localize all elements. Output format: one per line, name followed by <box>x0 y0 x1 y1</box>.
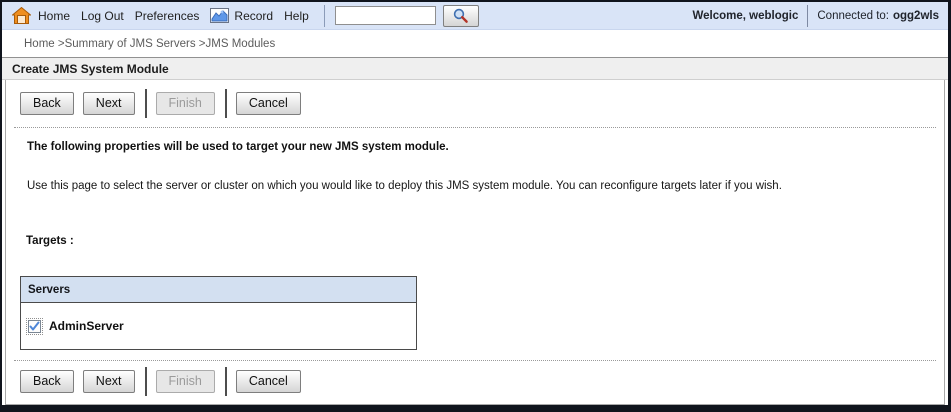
window-frame: Home Log Out Preferences Record Help Wel… <box>0 0 951 412</box>
magnifier-icon <box>452 8 469 24</box>
cancel-button[interactable]: Cancel <box>235 92 301 115</box>
nav-record-link[interactable]: Record <box>234 9 273 23</box>
wizard-content: Back Next Finish Cancel The following pr… <box>5 80 945 405</box>
nav-home-link[interactable]: Home <box>38 9 70 23</box>
breadcrumb-jms-servers[interactable]: Summary of JMS Servers <box>65 38 196 50</box>
wizard-intro-text: The following properties will be used to… <box>27 141 449 153</box>
adminserver-checkbox[interactable] <box>26 317 43 335</box>
breadcrumb-home[interactable]: Home <box>24 38 55 50</box>
servers-table-header: Servers <box>21 277 416 303</box>
targets-label: Targets : <box>26 235 74 247</box>
button-group-divider <box>144 89 147 118</box>
next-button[interactable]: Next <box>82 92 135 115</box>
page-title-bar: Create JMS System Module <box>2 57 948 80</box>
welcome-text: Welcome, weblogic <box>692 9 799 22</box>
cancel-button[interactable]: Cancel <box>235 370 301 393</box>
section-divider <box>14 127 936 128</box>
home-icon[interactable] <box>11 6 32 24</box>
breadcrumb-jms-modules[interactable]: JMS Modules <box>206 38 276 50</box>
record-chart-icon[interactable] <box>210 8 230 23</box>
nav-help-link[interactable]: Help <box>284 9 309 23</box>
back-button[interactable]: Back <box>20 370 74 393</box>
console-page: Home Log Out Preferences Record Help Wel… <box>2 2 948 405</box>
breadcrumb: Home > Summary of JMS Servers > JMS Modu… <box>2 30 948 57</box>
nav-preferences-link[interactable]: Preferences <box>135 9 200 23</box>
session-divider <box>807 4 809 27</box>
server-name: AdminServer <box>49 319 124 333</box>
section-divider <box>14 360 936 361</box>
breadcrumb-separator: > <box>195 37 206 50</box>
session-info: Welcome, weblogic Connected to: ogg2wls <box>692 4 939 27</box>
connected-label: Connected to: <box>817 9 889 22</box>
wizard-buttons-bottom: Back Next Finish Cancel <box>12 367 938 396</box>
button-group-divider <box>224 367 227 396</box>
toolbar-divider <box>323 4 325 27</box>
back-button[interactable]: Back <box>20 92 74 115</box>
wizard-description: Use this page to select the server or cl… <box>27 180 782 192</box>
finish-button[interactable]: Finish <box>155 92 215 115</box>
servers-table: Servers AdminServer <box>20 276 417 350</box>
finish-button[interactable]: Finish <box>155 370 215 393</box>
button-group-divider <box>144 367 147 396</box>
next-button[interactable]: Next <box>82 370 135 393</box>
breadcrumb-separator: > <box>54 37 65 50</box>
wizard-buttons-top: Back Next Finish Cancel <box>12 89 938 118</box>
search-input[interactable] <box>334 6 436 25</box>
button-group-divider <box>224 89 227 118</box>
search-button[interactable] <box>442 4 479 27</box>
page-title: Create JMS System Module <box>12 61 169 76</box>
bottom-whitespace <box>12 396 938 404</box>
connected-domain: ogg2wls <box>892 9 939 22</box>
top-toolbar: Home Log Out Preferences Record Help Wel… <box>2 2 948 30</box>
checked-checkbox-icon <box>28 319 41 333</box>
nav-logout-link[interactable]: Log Out <box>81 9 124 23</box>
table-row: AdminServer <box>21 303 416 349</box>
